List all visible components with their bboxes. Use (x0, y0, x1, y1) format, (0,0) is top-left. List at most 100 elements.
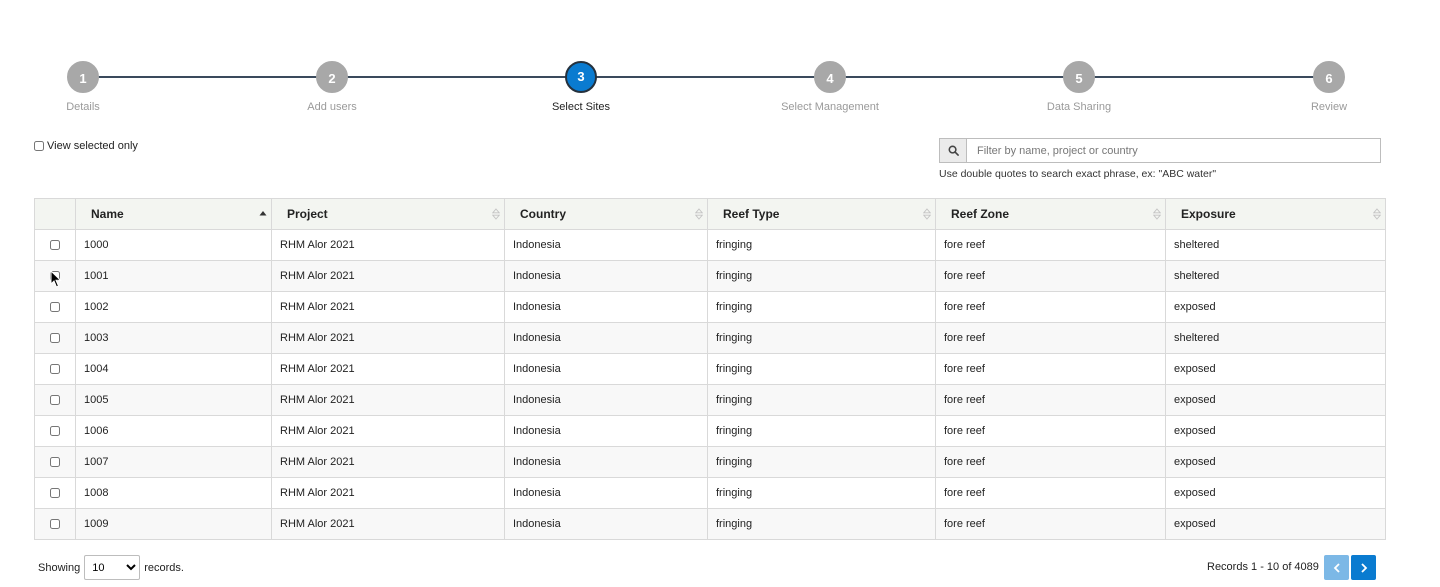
row-checkbox[interactable] (50, 271, 60, 282)
page-size-select[interactable]: 10 (84, 555, 141, 580)
step-label: Add users (307, 101, 357, 113)
step-data-sharing[interactable]: 5 Data Sharing (999, 61, 1159, 113)
row-checkbox[interactable] (50, 240, 60, 251)
table-row[interactable]: 1007 RHM Alor 2021 Indonesia fringing fo… (34, 446, 1386, 478)
row-checkbox[interactable] (50, 426, 60, 437)
column-header-label: Reef Type (723, 207, 780, 221)
row-checkbox[interactable] (50, 302, 60, 313)
step-details[interactable]: 1 Details (3, 61, 163, 113)
table-row[interactable]: 1005 RHM Alor 2021 Indonesia fringing fo… (34, 384, 1386, 416)
search-input[interactable] (967, 139, 1380, 162)
table-row[interactable]: 1009 RHM Alor 2021 Indonesia fringing fo… (34, 508, 1386, 540)
row-select-cell (34, 322, 76, 354)
cell-reef-type: fringing (707, 291, 936, 323)
search-hint: Use double quotes to search exact phrase… (939, 168, 1217, 180)
search-button[interactable] (940, 139, 967, 162)
sort-icon (695, 208, 703, 220)
cell-project: RHM Alor 2021 (271, 384, 505, 416)
step-number: 5 (1063, 61, 1095, 93)
cell-name: 1003 (75, 322, 272, 354)
row-checkbox[interactable] (50, 519, 60, 530)
cell-country: Indonesia (504, 415, 708, 447)
cell-country: Indonesia (504, 229, 708, 261)
table-row[interactable]: 1000 RHM Alor 2021 Indonesia fringing fo… (34, 229, 1386, 261)
table-row[interactable]: 1004 RHM Alor 2021 Indonesia fringing fo… (34, 353, 1386, 385)
cell-reef-type: fringing (707, 322, 936, 354)
view-selected-label: View selected only (47, 140, 138, 152)
cell-reef-type: fringing (707, 353, 936, 385)
table-row[interactable]: 1001 RHM Alor 2021 Indonesia fringing fo… (34, 260, 1386, 292)
records-info: Records 1 - 10 of 4089 (1207, 561, 1319, 573)
search-icon (948, 145, 959, 156)
cell-exposure: exposed (1165, 477, 1386, 509)
showing-label: Showing (38, 561, 81, 574)
cell-country: Indonesia (504, 446, 708, 478)
step-select-sites[interactable]: 3 Select Sites (501, 61, 661, 113)
row-checkbox[interactable] (50, 333, 60, 344)
cell-reef-type: fringing (707, 446, 936, 478)
cell-reef-type: fringing (707, 508, 936, 540)
cell-reef-type: fringing (707, 477, 936, 509)
cell-name: 1007 (75, 446, 272, 478)
cell-exposure: exposed (1165, 446, 1386, 478)
column-header-country[interactable]: Country (504, 198, 708, 230)
cell-country: Indonesia (504, 477, 708, 509)
view-selected-only[interactable]: View selected only (34, 140, 138, 152)
cell-reef-zone: fore reef (935, 353, 1166, 385)
pagination (1324, 555, 1376, 580)
cell-reef-type: fringing (707, 260, 936, 292)
step-label: Select Management (781, 101, 879, 113)
column-header-project[interactable]: Project (271, 198, 505, 230)
cell-country: Indonesia (504, 384, 708, 416)
previous-page-button[interactable] (1324, 555, 1349, 580)
search-box (939, 138, 1381, 163)
table-row[interactable]: 1006 RHM Alor 2021 Indonesia fringing fo… (34, 415, 1386, 447)
column-header-label: Project (287, 207, 328, 221)
cell-project: RHM Alor 2021 (271, 291, 505, 323)
sites-table-wrapper: Name Project Country Reef Type Reef Zone… (34, 198, 1386, 540)
cell-project: RHM Alor 2021 (271, 322, 505, 354)
cell-name: 1005 (75, 384, 272, 416)
table-row[interactable]: 1003 RHM Alor 2021 Indonesia fringing fo… (34, 322, 1386, 354)
wizard-stepper: 1 Details 2 Add users 3 Select Sites 4 S… (0, 0, 1440, 125)
step-label: Review (1310, 101, 1348, 113)
column-header-reef-type[interactable]: Reef Type (707, 198, 936, 230)
row-select-cell (34, 353, 76, 385)
sort-ascending-icon (259, 211, 267, 216)
table-row[interactable]: 1008 RHM Alor 2021 Indonesia fringing fo… (34, 477, 1386, 509)
step-select-management[interactable]: 4 Select Management (750, 61, 910, 113)
step-review[interactable]: 6 Review (1249, 61, 1409, 113)
row-select-cell (34, 508, 76, 540)
table-row[interactable]: 1002 RHM Alor 2021 Indonesia fringing fo… (34, 291, 1386, 323)
row-checkbox[interactable] (50, 457, 60, 468)
cell-exposure: exposed (1165, 508, 1386, 540)
view-selected-checkbox[interactable] (34, 141, 44, 151)
step-add-users[interactable]: 2 Add users (252, 61, 412, 113)
table-header-row: Name Project Country Reef Type Reef Zone… (34, 198, 1386, 230)
row-select-cell (34, 260, 76, 292)
next-page-button[interactable] (1351, 555, 1376, 580)
cell-reef-zone: fore reef (935, 508, 1166, 540)
row-checkbox[interactable] (50, 488, 60, 499)
row-checkbox[interactable] (50, 364, 60, 375)
cell-name: 1001 (75, 260, 272, 292)
row-select-cell (34, 477, 76, 509)
cell-name: 1009 (75, 508, 272, 540)
cell-project: RHM Alor 2021 (271, 508, 505, 540)
cell-reef-zone: fore reef (935, 260, 1166, 292)
cell-name: 1002 (75, 291, 272, 323)
cell-exposure: sheltered (1165, 322, 1386, 354)
cell-reef-type: fringing (707, 415, 936, 447)
step-label: Select Sites (551, 101, 611, 113)
cell-name: 1000 (75, 229, 272, 261)
cell-project: RHM Alor 2021 (271, 415, 505, 447)
row-checkbox[interactable] (50, 395, 60, 406)
chevron-right-icon (1360, 562, 1367, 573)
column-header-reef-zone[interactable]: Reef Zone (935, 198, 1166, 230)
cell-reef-zone: fore reef (935, 446, 1166, 478)
column-header-name[interactable]: Name (75, 198, 272, 230)
column-header-exposure[interactable]: Exposure (1165, 198, 1386, 230)
cell-country: Indonesia (504, 353, 708, 385)
row-select-cell (34, 415, 76, 447)
step-label: Data Sharing (1046, 101, 1112, 113)
